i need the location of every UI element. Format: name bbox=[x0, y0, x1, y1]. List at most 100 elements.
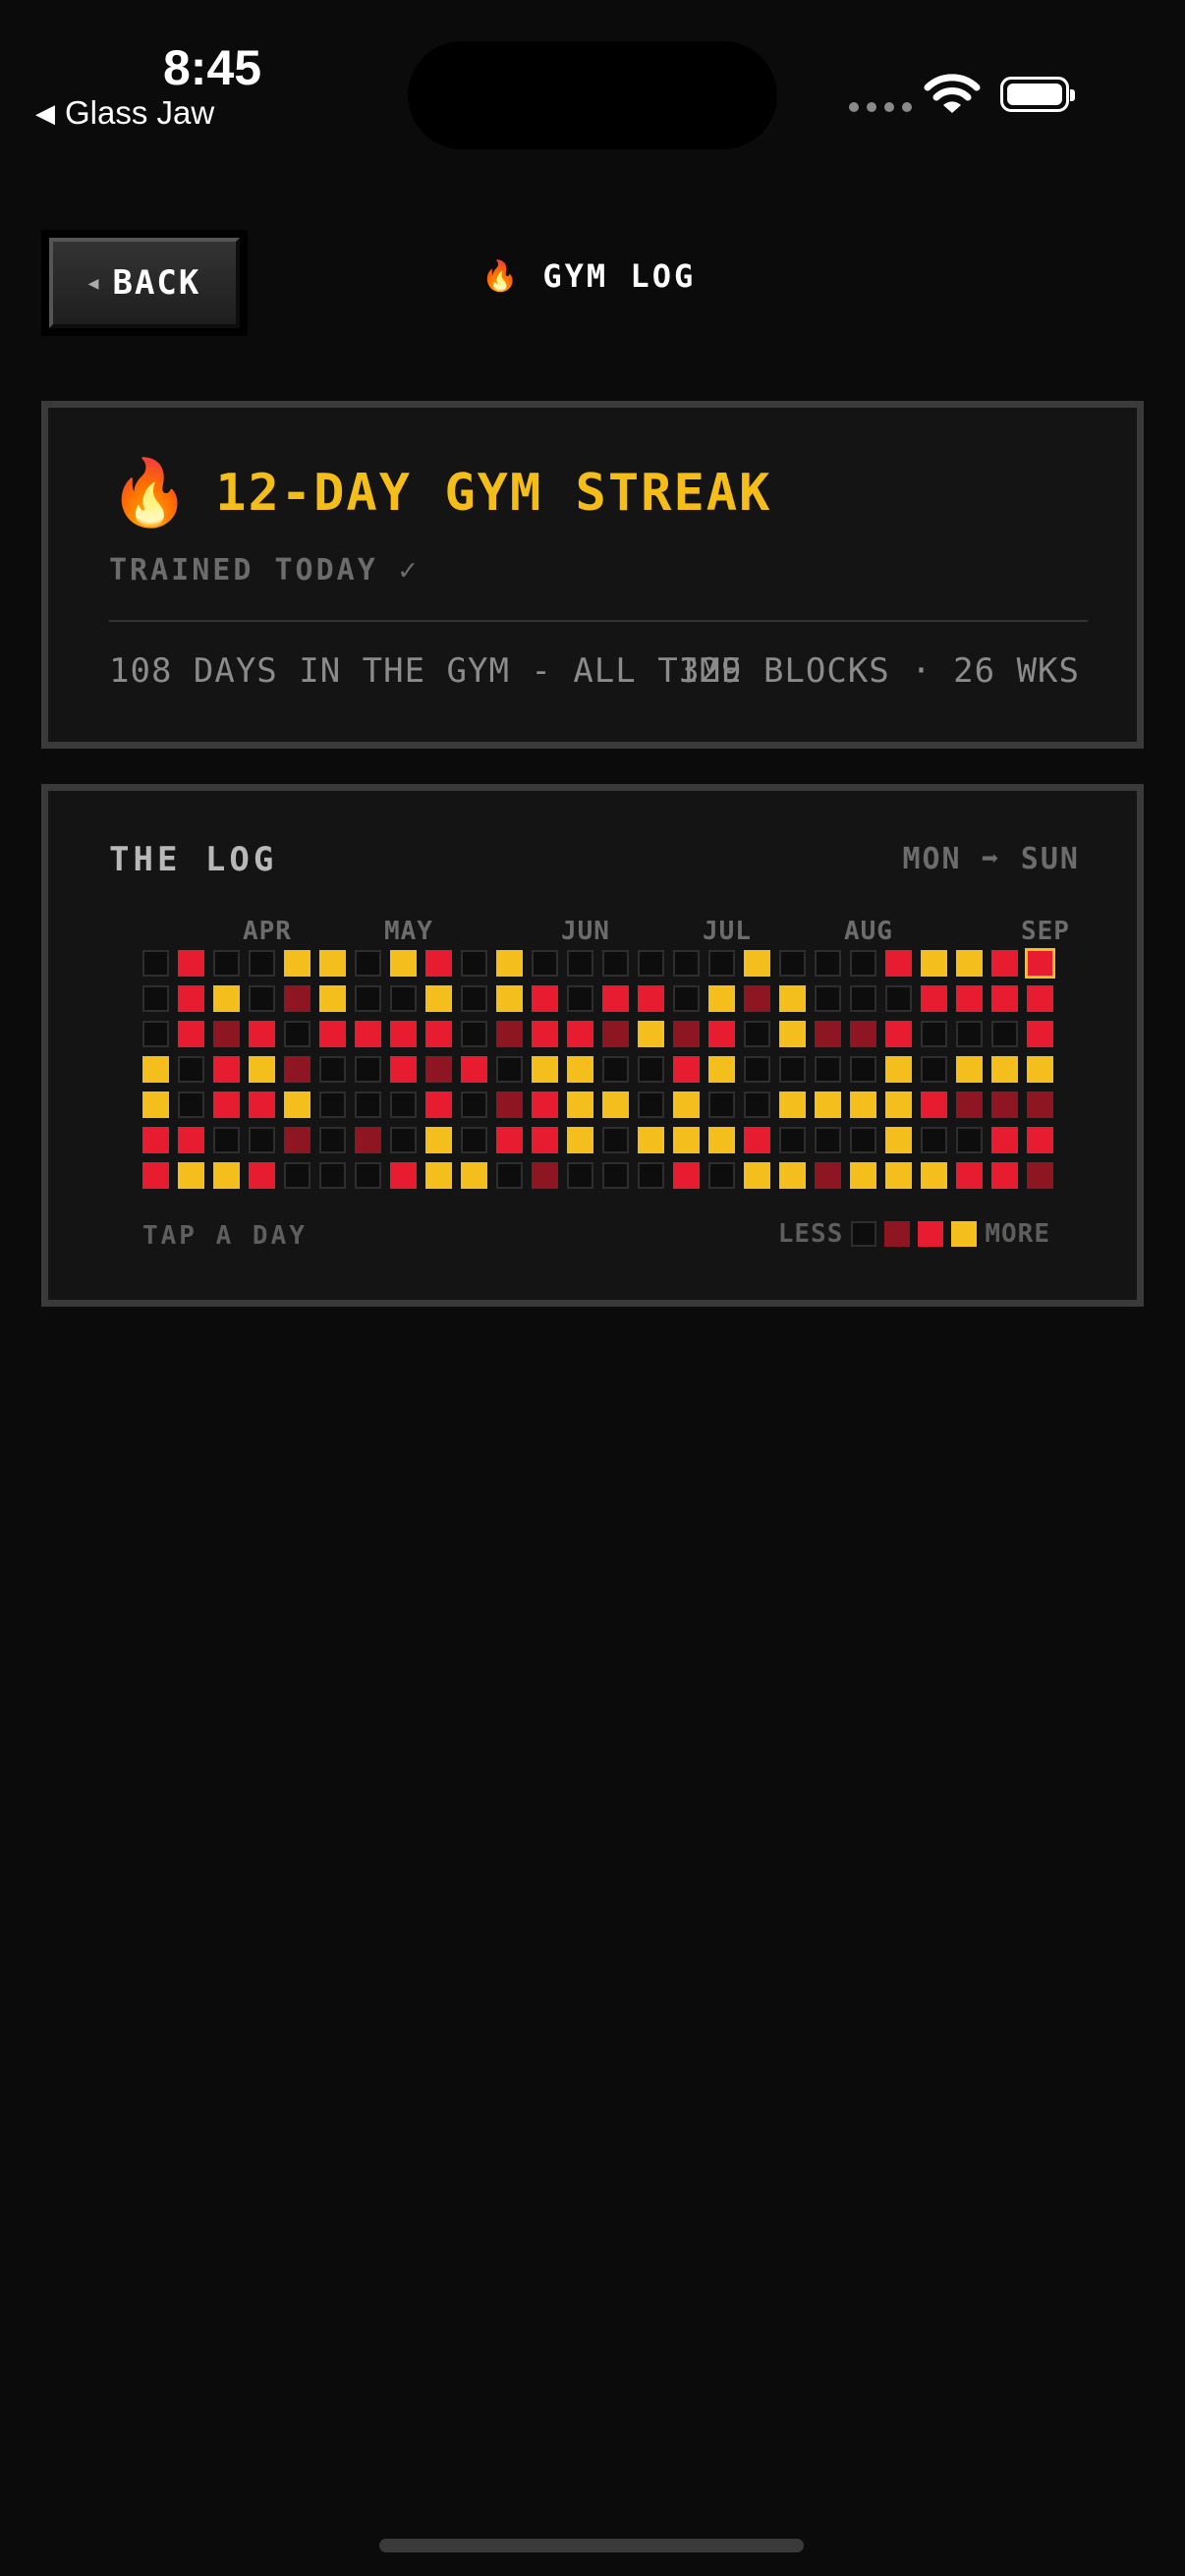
day-cell[interactable] bbox=[885, 950, 912, 977]
day-cell[interactable] bbox=[213, 1021, 240, 1047]
day-cell[interactable] bbox=[885, 1021, 912, 1047]
day-cell[interactable] bbox=[815, 950, 841, 977]
day-cell[interactable] bbox=[708, 1127, 735, 1153]
day-cell[interactable] bbox=[319, 985, 346, 1012]
day-cell[interactable] bbox=[991, 1056, 1018, 1083]
day-cell[interactable] bbox=[532, 1092, 558, 1118]
day-cell[interactable] bbox=[956, 1127, 983, 1153]
day-cell[interactable] bbox=[885, 1092, 912, 1118]
day-cell[interactable] bbox=[885, 1056, 912, 1083]
day-cell[interactable] bbox=[178, 1021, 204, 1047]
day-cell[interactable] bbox=[178, 1162, 204, 1189]
day-cell[interactable] bbox=[178, 950, 204, 977]
day-cell[interactable] bbox=[532, 950, 558, 977]
day-cell[interactable] bbox=[284, 1092, 310, 1118]
day-cell[interactable] bbox=[638, 1092, 664, 1118]
day-cell[interactable] bbox=[178, 1056, 204, 1083]
day-cell[interactable] bbox=[779, 1092, 806, 1118]
day-cell[interactable] bbox=[779, 1021, 806, 1047]
day-cell[interactable] bbox=[638, 985, 664, 1012]
day-cell[interactable] bbox=[602, 950, 629, 977]
day-cell[interactable] bbox=[355, 1021, 381, 1047]
day-cell[interactable] bbox=[425, 1092, 452, 1118]
day-cell[interactable] bbox=[850, 1162, 876, 1189]
day-cell[interactable] bbox=[461, 1162, 487, 1189]
day-cell[interactable] bbox=[532, 1162, 558, 1189]
day-cell[interactable] bbox=[249, 1092, 275, 1118]
day-cell[interactable] bbox=[567, 1021, 593, 1047]
day-cell[interactable] bbox=[390, 985, 417, 1012]
day-cell[interactable] bbox=[1027, 1056, 1053, 1083]
day-cell[interactable] bbox=[249, 1127, 275, 1153]
day-cell[interactable] bbox=[850, 985, 876, 1012]
day-cell[interactable] bbox=[921, 1021, 947, 1047]
day-cell[interactable] bbox=[249, 1162, 275, 1189]
day-cell[interactable] bbox=[425, 950, 452, 977]
day-cell[interactable] bbox=[708, 1021, 735, 1047]
day-cell[interactable] bbox=[319, 1056, 346, 1083]
day-cell[interactable] bbox=[815, 1162, 841, 1189]
day-cell[interactable] bbox=[284, 1127, 310, 1153]
day-cell[interactable] bbox=[815, 1127, 841, 1153]
day-cell[interactable] bbox=[142, 1162, 169, 1189]
day-cell[interactable] bbox=[496, 950, 523, 977]
day-cell[interactable] bbox=[142, 950, 169, 977]
day-cell[interactable] bbox=[142, 985, 169, 1012]
day-cell[interactable] bbox=[885, 1127, 912, 1153]
day-cell[interactable] bbox=[850, 1127, 876, 1153]
day-cell[interactable] bbox=[673, 1092, 700, 1118]
day-cell[interactable] bbox=[638, 1162, 664, 1189]
day-cell[interactable] bbox=[673, 985, 700, 1012]
back-to-app-link[interactable]: ◀ Glass Jaw bbox=[35, 94, 214, 132]
day-cell[interactable] bbox=[991, 985, 1018, 1012]
day-cell[interactable] bbox=[885, 1162, 912, 1189]
day-cell[interactable] bbox=[885, 985, 912, 1012]
day-cell[interactable] bbox=[532, 1056, 558, 1083]
day-cell[interactable] bbox=[249, 1021, 275, 1047]
day-cell[interactable] bbox=[425, 1056, 452, 1083]
day-cell[interactable] bbox=[1027, 985, 1053, 1012]
day-cell[interactable] bbox=[779, 985, 806, 1012]
home-indicator[interactable] bbox=[379, 2539, 804, 2552]
day-cell[interactable] bbox=[213, 1056, 240, 1083]
day-cell[interactable] bbox=[673, 1162, 700, 1189]
day-cell[interactable] bbox=[567, 950, 593, 977]
day-cell[interactable] bbox=[708, 985, 735, 1012]
day-cell[interactable] bbox=[284, 985, 310, 1012]
day-cell[interactable] bbox=[921, 1127, 947, 1153]
day-cell[interactable] bbox=[779, 1056, 806, 1083]
day-cell[interactable] bbox=[921, 950, 947, 977]
day-cell[interactable] bbox=[496, 1021, 523, 1047]
day-cell[interactable] bbox=[390, 1162, 417, 1189]
day-cell[interactable] bbox=[142, 1127, 169, 1153]
day-cell[interactable] bbox=[673, 1021, 700, 1047]
day-cell[interactable] bbox=[815, 1056, 841, 1083]
day-cell[interactable] bbox=[1027, 1021, 1053, 1047]
day-cell[interactable] bbox=[956, 1162, 983, 1189]
day-cell[interactable] bbox=[178, 1127, 204, 1153]
day-cell[interactable] bbox=[602, 1092, 629, 1118]
day-cell[interactable] bbox=[284, 950, 310, 977]
day-cell[interactable] bbox=[602, 985, 629, 1012]
day-cell[interactable] bbox=[213, 1162, 240, 1189]
day-cell[interactable] bbox=[779, 1127, 806, 1153]
day-cell[interactable] bbox=[567, 985, 593, 1012]
day-cell[interactable] bbox=[708, 1162, 735, 1189]
day-cell[interactable] bbox=[319, 1127, 346, 1153]
day-cell[interactable] bbox=[461, 1127, 487, 1153]
day-cell[interactable] bbox=[567, 1056, 593, 1083]
day-cell[interactable] bbox=[1027, 1127, 1053, 1153]
day-cell[interactable] bbox=[390, 1092, 417, 1118]
day-cell[interactable] bbox=[956, 950, 983, 977]
day-cell[interactable] bbox=[991, 950, 1018, 977]
day-cell[interactable] bbox=[602, 1162, 629, 1189]
day-cell[interactable] bbox=[744, 985, 770, 1012]
day-cell[interactable] bbox=[956, 1021, 983, 1047]
day-cell[interactable] bbox=[355, 1092, 381, 1118]
day-cell[interactable] bbox=[425, 985, 452, 1012]
day-cell[interactable] bbox=[638, 1056, 664, 1083]
day-cell[interactable] bbox=[319, 1021, 346, 1047]
day-cell[interactable] bbox=[956, 1056, 983, 1083]
day-cell[interactable] bbox=[815, 1021, 841, 1047]
day-cell[interactable] bbox=[213, 985, 240, 1012]
